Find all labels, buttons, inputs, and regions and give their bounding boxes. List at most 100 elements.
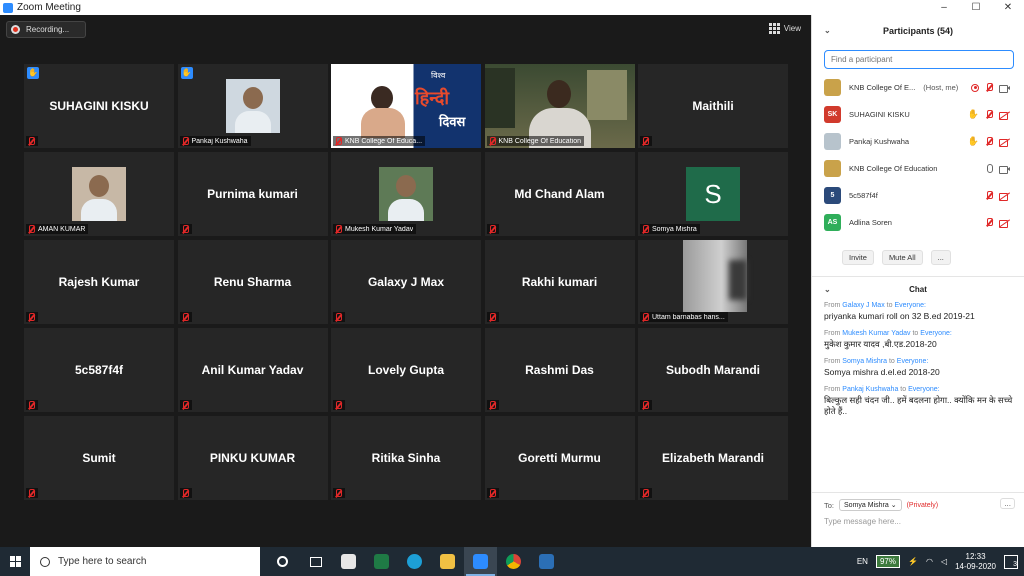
video-tile[interactable]: Rajesh Kumar [24,240,174,324]
minimize-button[interactable]: – [928,2,960,13]
video-tile[interactable]: 5c587f4f [24,328,174,412]
video-tile[interactable]: Galaxy J Max [331,240,481,324]
mic-icon[interactable] [987,164,993,173]
video-tile[interactable]: Elizabeth Marandi [638,416,788,500]
excel-icon[interactable] [365,547,398,576]
participant-row[interactable]: KNB College Of Education [812,155,1024,182]
video-tile[interactable]: Rashmi Das [484,328,635,412]
video-tile[interactable]: ✋ Pankaj Kushwaha [177,64,328,148]
participant-name: Elizabeth Marandi [661,451,765,465]
mic-muted-icon [641,312,649,322]
participant-photo [72,167,126,221]
video-tile[interactable]: S Somya Mishra [638,152,788,236]
maximize-button[interactable]: ☐ [960,2,992,13]
host-tag: (Host, me) [923,83,959,92]
clock-date: 14-09-2020 [955,561,996,571]
chat-input[interactable]: Type message here... [824,517,901,526]
camera-off-icon[interactable] [999,219,1010,228]
video-tile[interactable]: Purnima kumari [177,152,328,236]
cortana-icon[interactable] [266,547,299,576]
video-tile[interactable]: Ritika Sinha [331,416,481,500]
participant-name: Goretti Murmu [518,451,601,465]
task-view-icon[interactable] [299,547,332,576]
clock[interactable]: 12:33 14-09-2020 [955,552,996,572]
message-sender[interactable]: Mukesh Kumar Yadav [842,330,910,337]
video-tile[interactable]: Md Chand Alam [484,152,635,236]
wifi-icon[interactable]: ◠ [926,557,933,566]
participant-row[interactable]: AS Adlina Soren [812,209,1024,236]
message-sender[interactable]: Galaxy J Max [842,302,884,309]
participant-search-input[interactable] [831,55,1001,64]
notification-icon[interactable]: 3 [1004,554,1018,569]
mic-muted-icon [181,400,189,410]
participant-row[interactable]: KNB College Of E... (Host, me) [812,74,1024,101]
camera-off-icon[interactable] [999,138,1010,147]
store-icon[interactable] [332,547,365,576]
view-button[interactable]: View [768,23,801,34]
video-tile[interactable]: विश्व हिन्दी दिवस KNB College Of Educa..… [331,64,481,148]
clock-time: 12:33 [965,551,986,561]
video-tile[interactable]: Rakhi kumari [484,240,635,324]
language-indicator[interactable]: EN [857,557,868,566]
video-tile[interactable]: AMAN KUMAR [24,152,174,236]
video-tile[interactable]: KNB College Of Education [484,64,635,148]
file-explorer-icon[interactable] [431,547,464,576]
video-tile[interactable]: Mukesh Kumar Yadav [331,152,481,236]
close-button[interactable]: ✕ [992,2,1024,13]
message-recipient[interactable]: Everyone: [908,386,940,393]
taskbar-search-placeholder: Type here to search [58,556,147,567]
tile-label: KNB College Of Educa... [345,137,423,145]
power-icon[interactable]: ⚡ [908,557,918,566]
mute-all-button[interactable]: Mute All [881,250,923,265]
participant-row[interactable]: Pankaj Kushwaha ✋ [812,128,1024,155]
camera-icon[interactable] [999,165,1010,174]
battery-indicator[interactable]: 97% [875,555,900,568]
zoom-app-icon[interactable] [464,547,497,576]
start-button[interactable] [0,547,30,576]
message-recipient[interactable]: Everyone: [920,330,952,337]
chevron-down-icon[interactable]: ⌄ [824,285,831,294]
chevron-down-icon[interactable]: ⌄ [824,26,831,35]
mic-muted-icon[interactable] [985,110,993,119]
video-tile[interactable]: SUHAGINI KISKU ✋ [24,64,174,148]
participant-row[interactable]: 5 5c587f4f [812,182,1024,209]
video-tile[interactable]: Sumit [24,416,174,500]
zoom-logo-icon [3,2,13,13]
camera-off-icon[interactable] [999,111,1010,120]
recipient-select[interactable]: Somya Mishra ⌄ [839,499,902,511]
message-sender[interactable]: Pankaj Kushwaha [842,386,898,393]
gallery-grid: SUHAGINI KISKU ✋ ✋ Pankaj Kushwaha विश्व हि… [24,64,788,500]
video-tile[interactable]: Lovely Gupta [331,328,481,412]
media-app-icon[interactable] [530,547,563,576]
tile-footer [640,400,652,410]
chat-more-button[interactable]: ... [1000,498,1015,509]
participant-search[interactable] [824,50,1014,69]
mic-muted-icon[interactable] [985,218,993,227]
edge-icon[interactable] [398,547,431,576]
mic-muted-icon [181,136,189,146]
mic-muted-icon[interactable] [985,83,993,92]
message-sender[interactable]: Somya Mishra [842,358,887,365]
camera-icon[interactable] [999,84,1010,93]
invite-button[interactable]: Invite [842,250,874,265]
more-options-button[interactable]: ... [930,250,951,265]
tile-label: Mukesh Kumar Yadav [345,225,414,233]
message-recipient[interactable]: Everyone: [897,358,929,365]
video-tile[interactable]: Uttam barnabas hans... [638,240,788,324]
video-tile[interactable]: Goretti Murmu [484,416,635,500]
volume-icon[interactable]: ◁ [941,557,947,566]
mic-muted-icon[interactable] [985,191,993,200]
chrome-icon[interactable] [497,547,530,576]
video-tile[interactable]: Renu Sharma [177,240,328,324]
video-tile[interactable]: Anil Kumar Yadav [177,328,328,412]
video-tile[interactable]: Subodh Marandi [638,328,788,412]
message-recipient[interactable]: Everyone: [894,302,926,309]
video-tile[interactable]: Maithili [638,64,788,148]
video-tile[interactable]: PINKU KUMAR [177,416,328,500]
mic-muted-icon[interactable] [985,137,993,146]
taskbar-search[interactable]: Type here to search [30,547,260,576]
participant-row[interactable]: SK SUHAGINI KISKU ✋ [812,101,1024,128]
camera-off-icon[interactable] [999,192,1010,201]
recording-indicator[interactable]: Recording... [6,21,86,38]
tile-footer [486,312,499,322]
